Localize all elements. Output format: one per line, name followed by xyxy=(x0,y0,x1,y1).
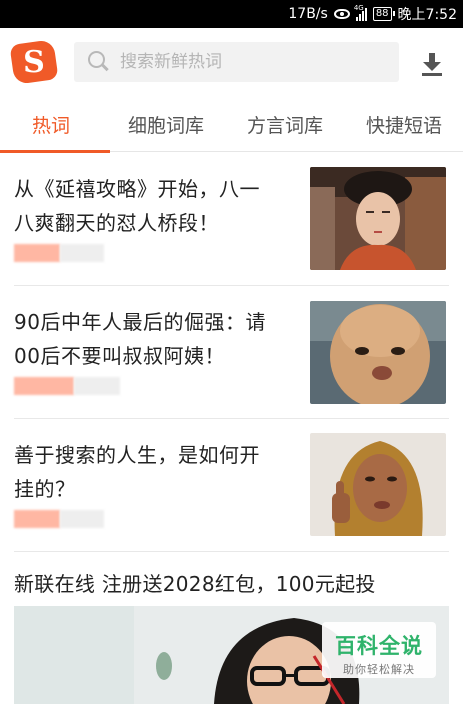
tab-quick-phrases[interactable]: 快捷短语 xyxy=(366,100,442,152)
feed-title[interactable]: 从《延禧攻略》开始，八一 八爽翻天的怼人桥段！ xyxy=(14,172,294,240)
signal-icon: 4G xyxy=(353,4,367,21)
divider xyxy=(14,418,449,419)
tab-bar: 热词 细胞词库 方言词库 快捷短语 xyxy=(0,100,463,152)
feed-title[interactable]: 90后中年人最后的倔强：请 00后不要叫叔叔阿姨！ xyxy=(14,305,294,373)
ad-title[interactable]: 新联在线 注册送2028红包，100元起投 xyxy=(14,568,376,597)
eye-icon xyxy=(333,9,350,19)
search-bar[interactable] xyxy=(74,42,399,82)
watermark-subtitle: 助你轻松解决 xyxy=(343,663,415,676)
feed-meta-blurred xyxy=(14,377,120,395)
list-item[interactable]: 90后中年人最后的倔强：请 00后不要叫叔叔阿姨！ xyxy=(0,293,463,417)
active-tab-indicator xyxy=(0,150,110,153)
search-icon xyxy=(88,51,110,73)
tab-cell-dictionary[interactable]: 细胞词库 xyxy=(128,100,204,152)
feed-meta-blurred xyxy=(14,244,104,262)
feed-title[interactable]: 善于搜索的人生，是如何开 挂的？ xyxy=(14,438,294,506)
woman-thumbs-up-thumbnail[interactable] xyxy=(310,433,446,536)
bald-man-thumbnail[interactable] xyxy=(310,301,446,404)
search-input[interactable] xyxy=(120,52,380,72)
baike-watermark: 百科全说 助你轻松解决 xyxy=(322,622,436,678)
tab-hot-words[interactable]: 热词 xyxy=(32,100,70,152)
list-item[interactable]: 从《延禧攻略》开始，八一 八爽翻天的怼人桥段！ xyxy=(0,160,463,284)
palace-drama-thumbnail[interactable] xyxy=(310,167,446,270)
divider xyxy=(14,551,449,552)
watermark-title: 百科全说 xyxy=(335,634,423,658)
download-icon[interactable] xyxy=(418,50,446,78)
app-header: S xyxy=(0,28,463,100)
feed-meta-blurred xyxy=(14,510,104,528)
clock: 晚上7:52 xyxy=(397,7,457,23)
app-screen: 17B/s 4G 88 晚上7:52 S 热词 细胞词库 方言词库 快捷短语 xyxy=(0,0,463,704)
status-bar: 17B/s 4G 88 晚上7:52 xyxy=(0,0,463,28)
logo-letter: S xyxy=(23,44,45,80)
divider xyxy=(14,285,449,286)
network-speed: 17B/s xyxy=(288,6,328,22)
sogou-logo-icon[interactable]: S xyxy=(9,39,59,85)
tab-dialect-dictionary[interactable]: 方言词库 xyxy=(247,100,323,152)
list-item[interactable]: 善于搜索的人生，是如何开 挂的？ xyxy=(0,426,463,550)
battery-icon: 88 xyxy=(372,7,395,21)
network-type: 4G xyxy=(353,4,364,12)
